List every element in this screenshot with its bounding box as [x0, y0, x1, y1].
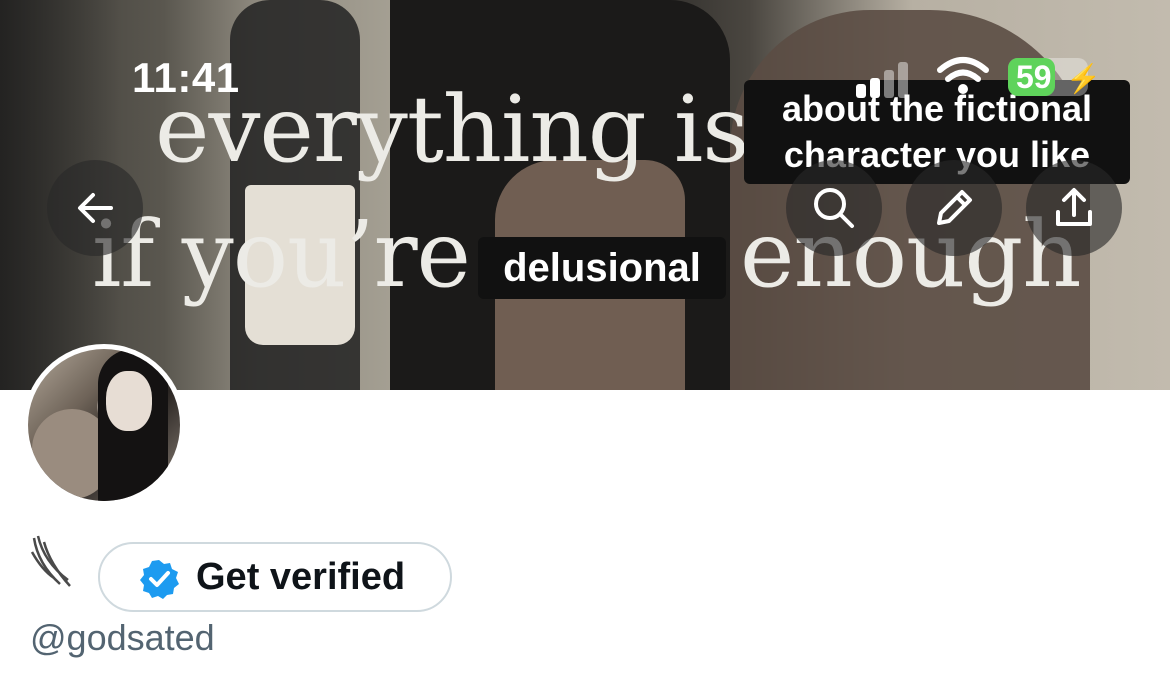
arrow-left-icon	[78, 193, 113, 223]
get-verified-button[interactable]: Get verified	[98, 542, 452, 612]
banner-caption-delusional: delusional	[478, 237, 726, 299]
profile-banner[interactable]: everything is if you’re enough about the…	[0, 0, 1170, 390]
search-icon	[814, 188, 854, 228]
verified-badge-icon	[140, 560, 179, 599]
charging-bolt-icon: ⚡	[1066, 63, 1101, 94]
profile-avatar[interactable]	[23, 344, 185, 506]
search-button[interactable]	[786, 160, 882, 256]
battery-level: 59	[1016, 59, 1052, 95]
share-button[interactable]	[1026, 160, 1122, 256]
back-button[interactable]	[47, 160, 143, 256]
status-time: 11:41	[132, 54, 240, 101]
profile-page: everything is if you’re enough about the…	[0, 0, 1170, 700]
share-icon	[1056, 188, 1092, 226]
avatar-photo	[28, 349, 180, 501]
banner-text-line2-start: if you’re	[92, 201, 471, 308]
banner-text-line1: everything is	[155, 76, 749, 183]
cellular-signal-icon	[856, 62, 916, 98]
profile-handle: @godsated	[30, 617, 215, 658]
edit-button[interactable]	[906, 160, 1002, 256]
wifi-icon	[937, 57, 989, 94]
get-verified-label: Get verified	[196, 556, 406, 598]
battery-indicator: 59 ⚡	[1008, 58, 1101, 96]
feather-emblem-icon	[30, 535, 71, 587]
pencil-icon	[937, 190, 972, 225]
avatar-photo-face	[106, 371, 152, 431]
